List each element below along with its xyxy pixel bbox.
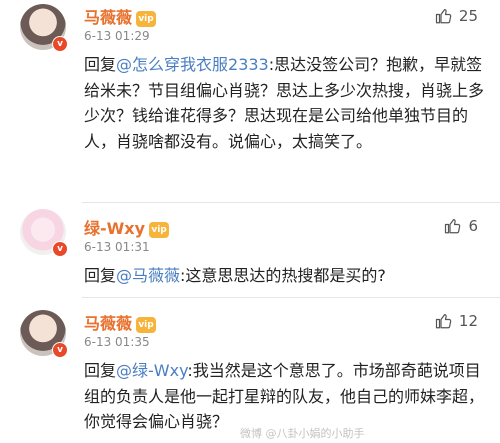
verified-badge-icon: v [52, 36, 68, 52]
comment-text: 回复@绿-Wxy:我当然是这个意思了。市场部奇葩说项目组的负责人是他一起打星辩的… [84, 358, 486, 435]
comment-time: 6-13 01:29 [84, 29, 150, 43]
comment-item: v 马薇薇 vip 6-13 01:35 12 回复@绿-Wxy:我当然是这个意思… [0, 298, 500, 443]
vip-badge-icon: vip [136, 10, 157, 27]
verified-badge-icon: v [52, 241, 68, 257]
comment-time: 6-13 01:35 [84, 335, 150, 349]
verified-badge-icon: v [52, 342, 68, 358]
username-link[interactable]: 马薇薇 vip [84, 4, 157, 28]
like-button[interactable]: 25 [435, 7, 478, 25]
thumbs-up-icon [435, 9, 452, 24]
vip-badge-icon: vip [149, 221, 170, 238]
mention-link[interactable]: @绿-Wxy [116, 361, 187, 380]
reply-prefix: 回复 [84, 55, 117, 74]
comment-item: v 绿-Wxy vip 6-13 01:31 6 回复@马薇薇:这意思思达的热搜都… [0, 203, 500, 298]
username-text: 马薇薇 [84, 8, 133, 27]
comment-text: 回复@怎么穿我衣服2333:思达没签公司？抱歉，早就签给米未？节目组偏心肖骁？思… [84, 52, 486, 154]
username-link[interactable]: 马薇薇 vip [84, 310, 157, 334]
username-text: 绿-Wxy [84, 219, 146, 238]
thumbs-up-icon [435, 314, 452, 329]
thumbs-up-icon [445, 219, 461, 234]
like-count: 6 [468, 217, 478, 235]
reply-prefix: 回复 [84, 266, 117, 285]
like-button[interactable]: 6 [444, 217, 478, 235]
mention-link[interactable]: @怎么穿我衣服2333 [116, 55, 269, 74]
watermark: 微博 @八卦小娟的小助手 [240, 427, 365, 440]
username-text: 马薇薇 [84, 314, 133, 333]
vip-badge-icon: vip [136, 316, 157, 333]
comment-item: v 马薇薇 vip 6-13 01:29 25 回复@怎么穿我衣服2333:思达没… [0, 0, 500, 203]
reply-prefix: 回复 [84, 361, 117, 380]
like-count: 12 [458, 312, 478, 330]
username-link[interactable]: 绿-Wxy vip [84, 215, 170, 239]
comment-content: :这意思思达的热搜都是买的? [180, 266, 386, 285]
comment-time: 6-13 01:31 [84, 240, 150, 254]
mention-link[interactable]: @马薇薇 [116, 266, 180, 285]
like-button[interactable]: 12 [435, 312, 478, 330]
like-count: 25 [458, 7, 478, 25]
comment-text: 回复@马薇薇:这意思思达的热搜都是买的? [84, 263, 486, 289]
